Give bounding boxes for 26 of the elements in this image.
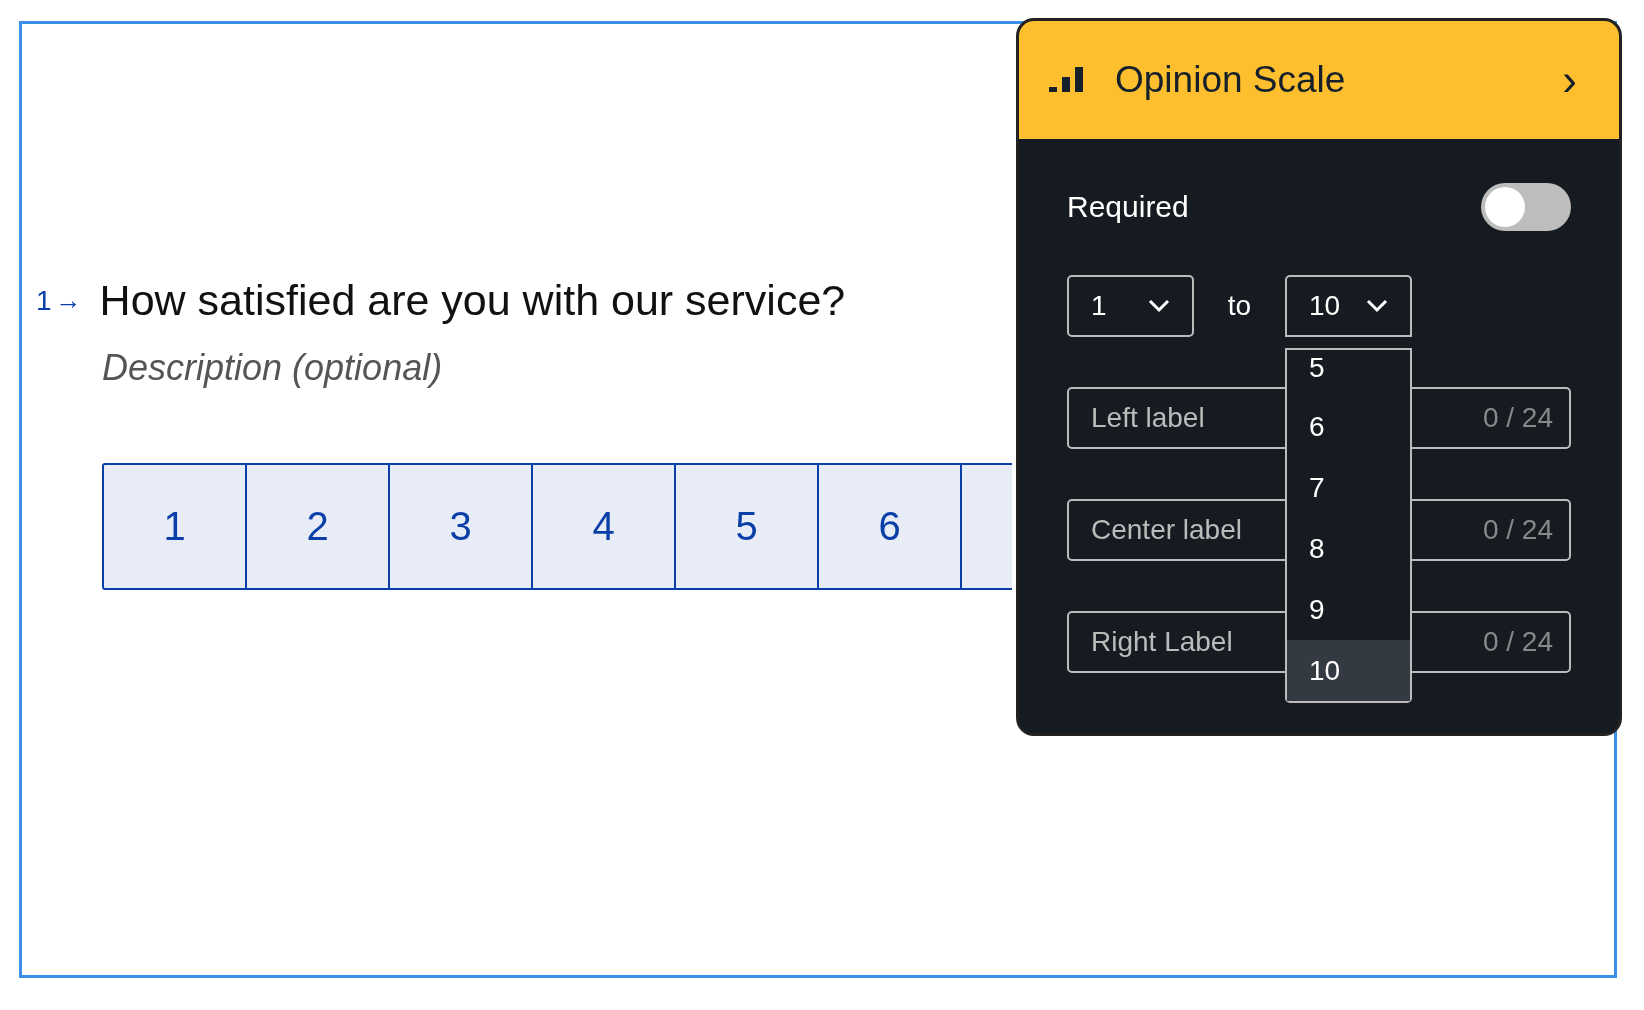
scale-option[interactable]: 2 bbox=[245, 463, 390, 590]
arrow-icon: → bbox=[55, 285, 84, 316]
from-select[interactable]: 1 bbox=[1067, 275, 1194, 337]
scale-option[interactable]: 1 bbox=[102, 463, 247, 590]
question-title[interactable]: How satisfied are you with our service? bbox=[99, 276, 846, 325]
question-number: 1 bbox=[36, 284, 52, 317]
dropdown-option[interactable]: 7 bbox=[1287, 457, 1410, 518]
range-separator: to bbox=[1226, 290, 1253, 322]
scale-option[interactable] bbox=[960, 463, 1012, 590]
scale-option[interactable]: 6 bbox=[817, 463, 962, 590]
dropdown-option[interactable]: 10 bbox=[1287, 640, 1410, 701]
required-toggle[interactable] bbox=[1481, 183, 1571, 231]
required-label: Required bbox=[1067, 190, 1189, 224]
scale-option[interactable]: 3 bbox=[388, 463, 533, 590]
to-select[interactable]: 10 bbox=[1285, 275, 1412, 337]
character-count: 0 / 24 bbox=[1482, 626, 1553, 658]
character-count: 0 / 24 bbox=[1482, 402, 1553, 434]
chevron-down-icon bbox=[1148, 299, 1170, 313]
panel-title: Opinion Scale bbox=[1115, 59, 1347, 101]
character-count: 0 / 24 bbox=[1482, 514, 1553, 546]
scale-option[interactable]: 4 bbox=[531, 463, 676, 590]
chevron-button[interactable]: › bbox=[1550, 58, 1589, 102]
dropdown-option[interactable]: 8 bbox=[1287, 518, 1410, 579]
description-field[interactable]: Description (optional) bbox=[102, 347, 702, 389]
chevron-down-icon bbox=[1366, 299, 1388, 313]
scale-option[interactable]: 5 bbox=[674, 463, 819, 590]
